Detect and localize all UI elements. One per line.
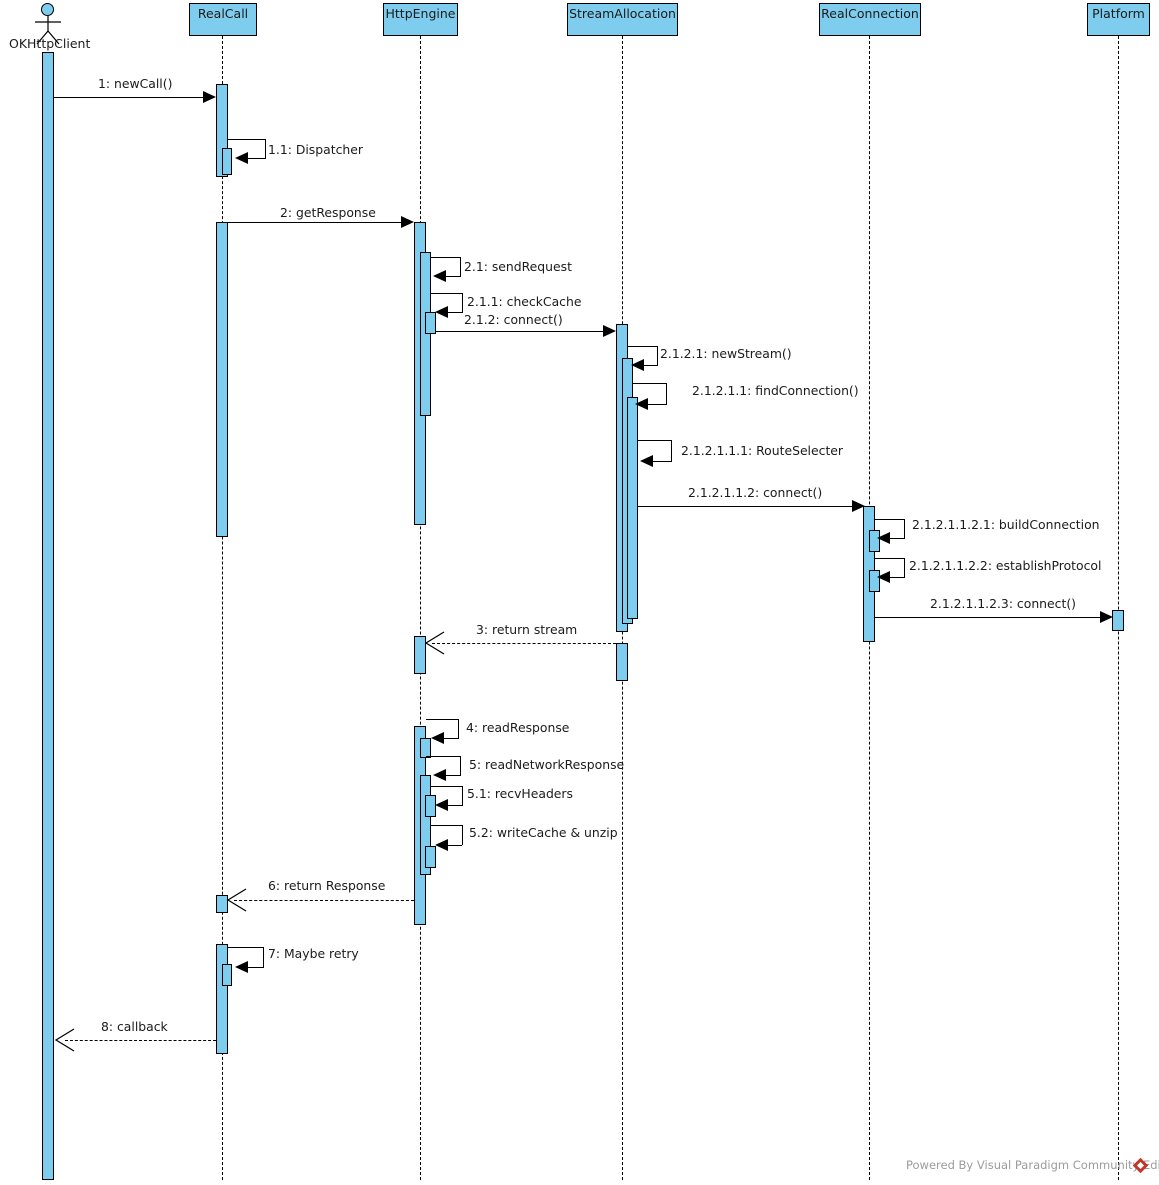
message-label-5-1: 5.1: recvHeaders: [467, 786, 573, 801]
lifeline-label-platform: Platform: [1092, 6, 1145, 21]
lifeline-httpengine: [420, 36, 421, 1180]
lifeline-header-platform[interactable]: Platform: [1087, 3, 1150, 36]
lifeline-label-realconnection: RealConnection: [821, 6, 919, 21]
actor-activation-bar: [42, 52, 54, 1180]
message-arrowhead-3: [424, 631, 445, 655]
message-arrowhead-2-1: [433, 270, 446, 282]
message-arrowhead-7: [235, 961, 248, 973]
message-arrowhead-2-1-2-1-1-2-2: [877, 571, 890, 583]
lifeline-label-realcall: RealCall: [197, 6, 249, 21]
message-label-2-1-2: 2.1.2: connect(): [464, 312, 563, 327]
message-arrowhead-6: [226, 888, 247, 912]
message-line-2-1-2-1-1-2[interactable]: [638, 506, 853, 507]
message-arrowhead-2-1-2-1-1-2-3: [1100, 611, 1113, 623]
message-arrowhead-2-1-2-1-1-1: [640, 455, 653, 467]
message-arrowhead-2-1-2-1: [631, 359, 644, 371]
message-label-2-1-2-1-1-2-3: 2.1.2.1.1.2.3: connect(): [930, 596, 1076, 611]
activation-streamallocation-findconnection: [627, 397, 638, 619]
lifeline-platform: [1118, 36, 1119, 1180]
message-label-3: 3: return stream: [476, 622, 578, 637]
message-line-1[interactable]: [54, 97, 204, 98]
message-label-1-1: 1.1: Dispatcher: [268, 142, 363, 157]
message-arrowhead-5-1: [435, 799, 448, 811]
activation-platform-connect: [1112, 610, 1124, 631]
message-arrowhead-2-1-1: [435, 306, 448, 318]
visual-paradigm-diamond-logo-icon: [1132, 1157, 1149, 1174]
message-arrowhead-2-1-2-1-1: [635, 398, 648, 410]
message-line-2-1-2-1-1-2-3[interactable]: [875, 617, 1102, 618]
activation-realcall-retry-self: [222, 964, 232, 986]
activation-realcall-dispatcher: [222, 148, 232, 175]
lifeline-header-realcall[interactable]: RealCall: [189, 3, 257, 36]
sequence-diagram-canvas: OKHttpClient RealCall HttpEngine StreamA…: [0, 0, 1159, 1185]
message-arrowhead-1: [203, 91, 216, 103]
message-arrowhead-1-1: [235, 152, 248, 164]
activation-realcall-retry: [216, 944, 228, 1054]
activation-httpengine-readresponse-self: [420, 738, 431, 758]
message-arrowhead-5-2: [435, 839, 448, 851]
actor-label: OKHttpClient: [9, 36, 91, 51]
message-arrowhead-8: [54, 1028, 75, 1052]
message-line-3[interactable]: [432, 643, 616, 644]
message-label-7: 7: Maybe retry: [268, 946, 359, 961]
message-label-2-1-2-1-1-2-1: 2.1.2.1.1.2.1: buildConnection: [912, 517, 1100, 532]
message-label-8: 8: callback: [101, 1019, 168, 1034]
message-label-2-1-2-1-1: 2.1.2.1.1: findConnection(): [692, 383, 859, 398]
lifeline-header-streamallocation[interactable]: StreamAllocation: [567, 3, 678, 36]
activation-httpengine-sendrequest: [420, 252, 431, 416]
message-label-2-1-2-1-1-1: 2.1.2.1.1.1: RouteSelecter: [681, 443, 844, 458]
activation-streamallocation-return: [616, 643, 628, 681]
message-line-2-1-2[interactable]: [436, 331, 604, 332]
message-label-2: 2: getResponse: [280, 205, 376, 220]
message-line-6[interactable]: [234, 900, 414, 901]
message-arrowhead-5: [433, 769, 446, 781]
message-arrowhead-4: [431, 732, 444, 744]
message-arrowhead-2-1-2-1-1-2: [852, 500, 865, 512]
message-label-2-1-2-1: 2.1.2.1: newStream(): [660, 346, 792, 361]
message-line-8[interactable]: [65, 1040, 216, 1041]
lifeline-label-streamallocation: StreamAllocation: [569, 6, 676, 21]
lifeline-label-httpengine: HttpEngine: [385, 6, 456, 21]
message-label-2-1: 2.1: sendRequest: [464, 259, 572, 274]
lifeline-header-httpengine[interactable]: HttpEngine: [383, 3, 458, 36]
message-arrowhead-2-1-2: [603, 325, 616, 337]
lifeline-header-realconnection[interactable]: RealConnection: [819, 3, 921, 36]
message-arrowhead-2: [401, 216, 414, 228]
watermark-text: Powered By Visual Paradigm Community Edi…: [906, 1158, 1159, 1172]
message-label-5-2: 5.2: writeCache & unzip: [469, 825, 618, 840]
message-line-2[interactable]: [222, 222, 402, 223]
message-label-2-1-2-1-1-2: 2.1.2.1.1.2: connect(): [688, 485, 823, 500]
message-label-5: 5: readNetworkResponse: [469, 757, 625, 772]
activation-realcall-getresponse: [216, 222, 228, 537]
message-label-2-1-2-1-1-2-2: 2.1.2.1.1.2.2: establishProtocol: [909, 558, 1102, 573]
message-label-2-1-1: 2.1.1: checkCache: [467, 294, 582, 309]
message-label-4: 4: readResponse: [466, 720, 570, 735]
message-label-1: 1: newCall(): [98, 76, 173, 91]
message-arrowhead-2-1-2-1-1-2-1: [877, 532, 890, 544]
message-label-6: 6: return Response: [268, 878, 386, 893]
